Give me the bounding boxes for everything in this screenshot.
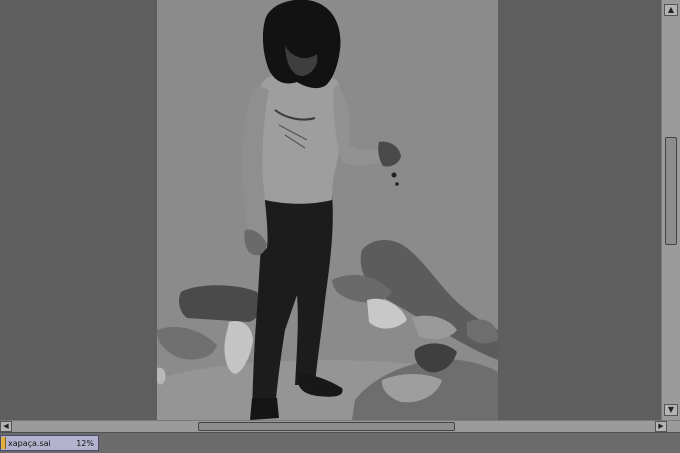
workspace[interactable] [0, 0, 661, 420]
document-file-name: хараҫа.sai [8, 438, 51, 448]
horizontal-scrollbar[interactable]: ◀ ▶ [0, 420, 680, 432]
arrow-down-icon[interactable]: ▼ [664, 404, 678, 416]
drawing-canvas[interactable] [157, 0, 498, 420]
artwork-illustration [157, 0, 498, 420]
vertical-scrollbar[interactable]: ▲ ▼ [661, 0, 680, 420]
arrow-left-icon[interactable]: ◀ [0, 421, 12, 432]
document-tab[interactable]: хараҫа.sai 12% [0, 435, 99, 451]
arrow-right-icon[interactable]: ▶ [655, 421, 667, 432]
vertical-scroll-thumb[interactable] [665, 137, 677, 245]
zoom-level: 12% [76, 438, 94, 448]
horizontal-scroll-thumb[interactable] [198, 422, 455, 431]
file-icon [1, 437, 6, 449]
document-taskbar: хараҫа.sai 12% [0, 432, 680, 453]
arrow-up-icon[interactable]: ▲ [664, 4, 678, 16]
